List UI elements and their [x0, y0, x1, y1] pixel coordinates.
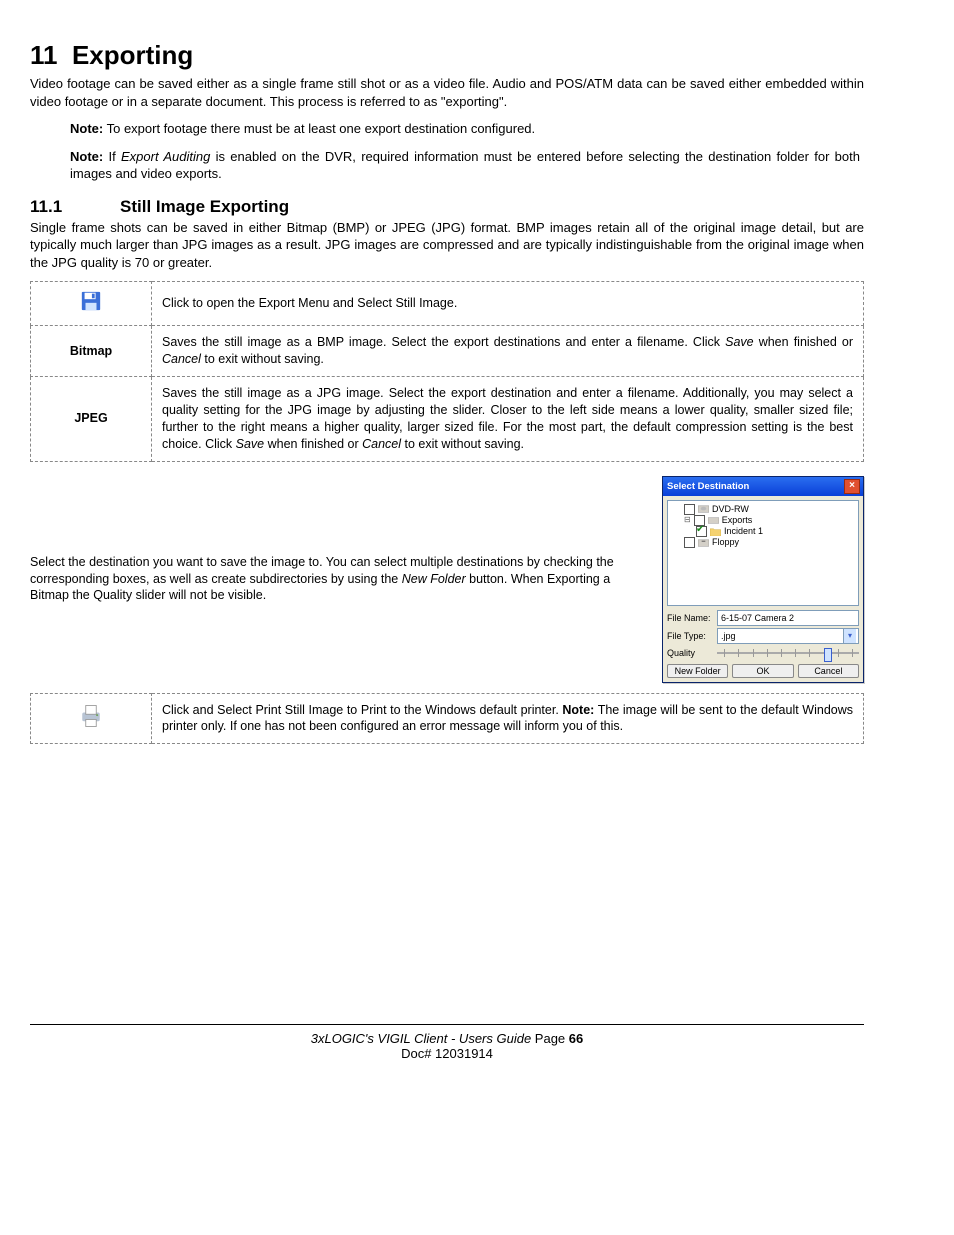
file-type-dropdown[interactable]: .jpg	[717, 628, 859, 644]
floppy-disk-icon	[80, 290, 102, 312]
note-feature-name: Export Auditing	[121, 149, 210, 164]
disk-icon-cell	[31, 282, 152, 326]
table-row: Bitmap Saves the still image as a BMP im…	[31, 326, 864, 377]
close-icon[interactable]: ×	[844, 479, 860, 494]
intro-paragraph: Video footage can be saved either as a s…	[30, 75, 864, 110]
destination-tree[interactable]: DVD-RW ⊟ Exports Incident 1 Floppy	[667, 500, 859, 606]
footer-page-number: 66	[569, 1031, 583, 1046]
dvd-drive-icon	[698, 504, 709, 514]
print-description: Click and Select Print Still Image to Pr…	[152, 693, 864, 744]
footer-product: 3xLOGIC's VIGIL Client - Users Guide	[311, 1031, 531, 1046]
file-name-row: File Name: 6-15-07 Camera 2	[667, 610, 859, 626]
note-text: If	[103, 149, 121, 164]
disk-row-text: Click to open the Export Menu and Select…	[152, 282, 864, 326]
checkbox-icon[interactable]	[684, 537, 695, 548]
folder-icon	[710, 527, 721, 537]
file-type-row: File Type: .jpg	[667, 628, 859, 644]
quality-slider[interactable]	[717, 646, 859, 660]
page-footer: 3xLOGIC's VIGIL Client - Users Guide Pag…	[30, 1024, 864, 1061]
jpeg-label: JPEG	[31, 377, 152, 462]
printer-icon	[77, 719, 105, 733]
table-row: JPEG Saves the still image as a JPG imag…	[31, 377, 864, 462]
table-row: Click and Select Print Still Image to Pr…	[31, 693, 864, 744]
file-type-label: File Type:	[667, 631, 713, 641]
footer-page-word: Page	[531, 1031, 569, 1046]
bitmap-description: Saves the still image as a BMP image. Se…	[152, 326, 864, 377]
tree-item-dvdrw[interactable]: DVD-RW	[672, 504, 854, 515]
file-name-label: File Name:	[667, 613, 713, 623]
dialog-title: Select Destination	[667, 481, 749, 492]
export-options-table: Click to open the Export Menu and Select…	[30, 281, 864, 461]
note-label: Note:	[70, 121, 103, 136]
dialog-buttons: New Folder OK Cancel	[667, 664, 859, 678]
bitmap-label: Bitmap	[31, 326, 152, 377]
new-folder-button[interactable]: New Folder	[667, 664, 728, 678]
dialog-titlebar: Select Destination ×	[663, 477, 863, 496]
subsection-heading: 11.1Still Image Exporting	[30, 197, 864, 217]
note-label: Note:	[70, 149, 103, 164]
note-text: To export footage there must be at least…	[103, 121, 535, 136]
cancel-button[interactable]: Cancel	[798, 664, 859, 678]
section-heading: 11 Exporting	[30, 40, 864, 71]
table-row: Click to open the Export Menu and Select…	[31, 282, 864, 326]
print-table: Click and Select Print Still Image to Pr…	[30, 693, 864, 745]
subsection-intro: Single frame shots can be saved in eithe…	[30, 219, 864, 272]
note-1: Note: To export footage there must be at…	[70, 120, 860, 138]
jpeg-description: Saves the still image as a JPG image. Se…	[152, 377, 864, 462]
footer-doc-number: Doc# 12031914	[401, 1046, 493, 1061]
printer-icon-cell	[31, 693, 152, 744]
checkbox-icon[interactable]	[696, 526, 707, 537]
section-title: Exporting	[72, 40, 193, 70]
tree-item-incident1[interactable]: Incident 1	[672, 526, 854, 537]
file-name-field[interactable]: 6-15-07 Camera 2	[717, 610, 859, 626]
ok-button[interactable]: OK	[732, 664, 793, 678]
quality-row: Quality	[667, 646, 859, 660]
select-destination-dialog: Select Destination × DVD-RW ⊟ Exports In…	[662, 476, 864, 683]
destination-instructions: Select the destination you want to save …	[30, 554, 642, 605]
quality-label: Quality	[667, 648, 713, 658]
subsection-number: 11.1	[30, 197, 120, 217]
floppy-drive-icon	[698, 538, 709, 548]
section-number: 11	[30, 40, 58, 70]
tree-item-floppy[interactable]: Floppy	[672, 537, 854, 548]
note-2: Note: If Export Auditing is enabled on t…	[70, 148, 860, 183]
checkbox-icon[interactable]	[684, 504, 695, 515]
destination-row: Select the destination you want to save …	[30, 476, 864, 683]
subsection-title: Still Image Exporting	[120, 197, 289, 216]
drive-icon	[708, 515, 719, 525]
